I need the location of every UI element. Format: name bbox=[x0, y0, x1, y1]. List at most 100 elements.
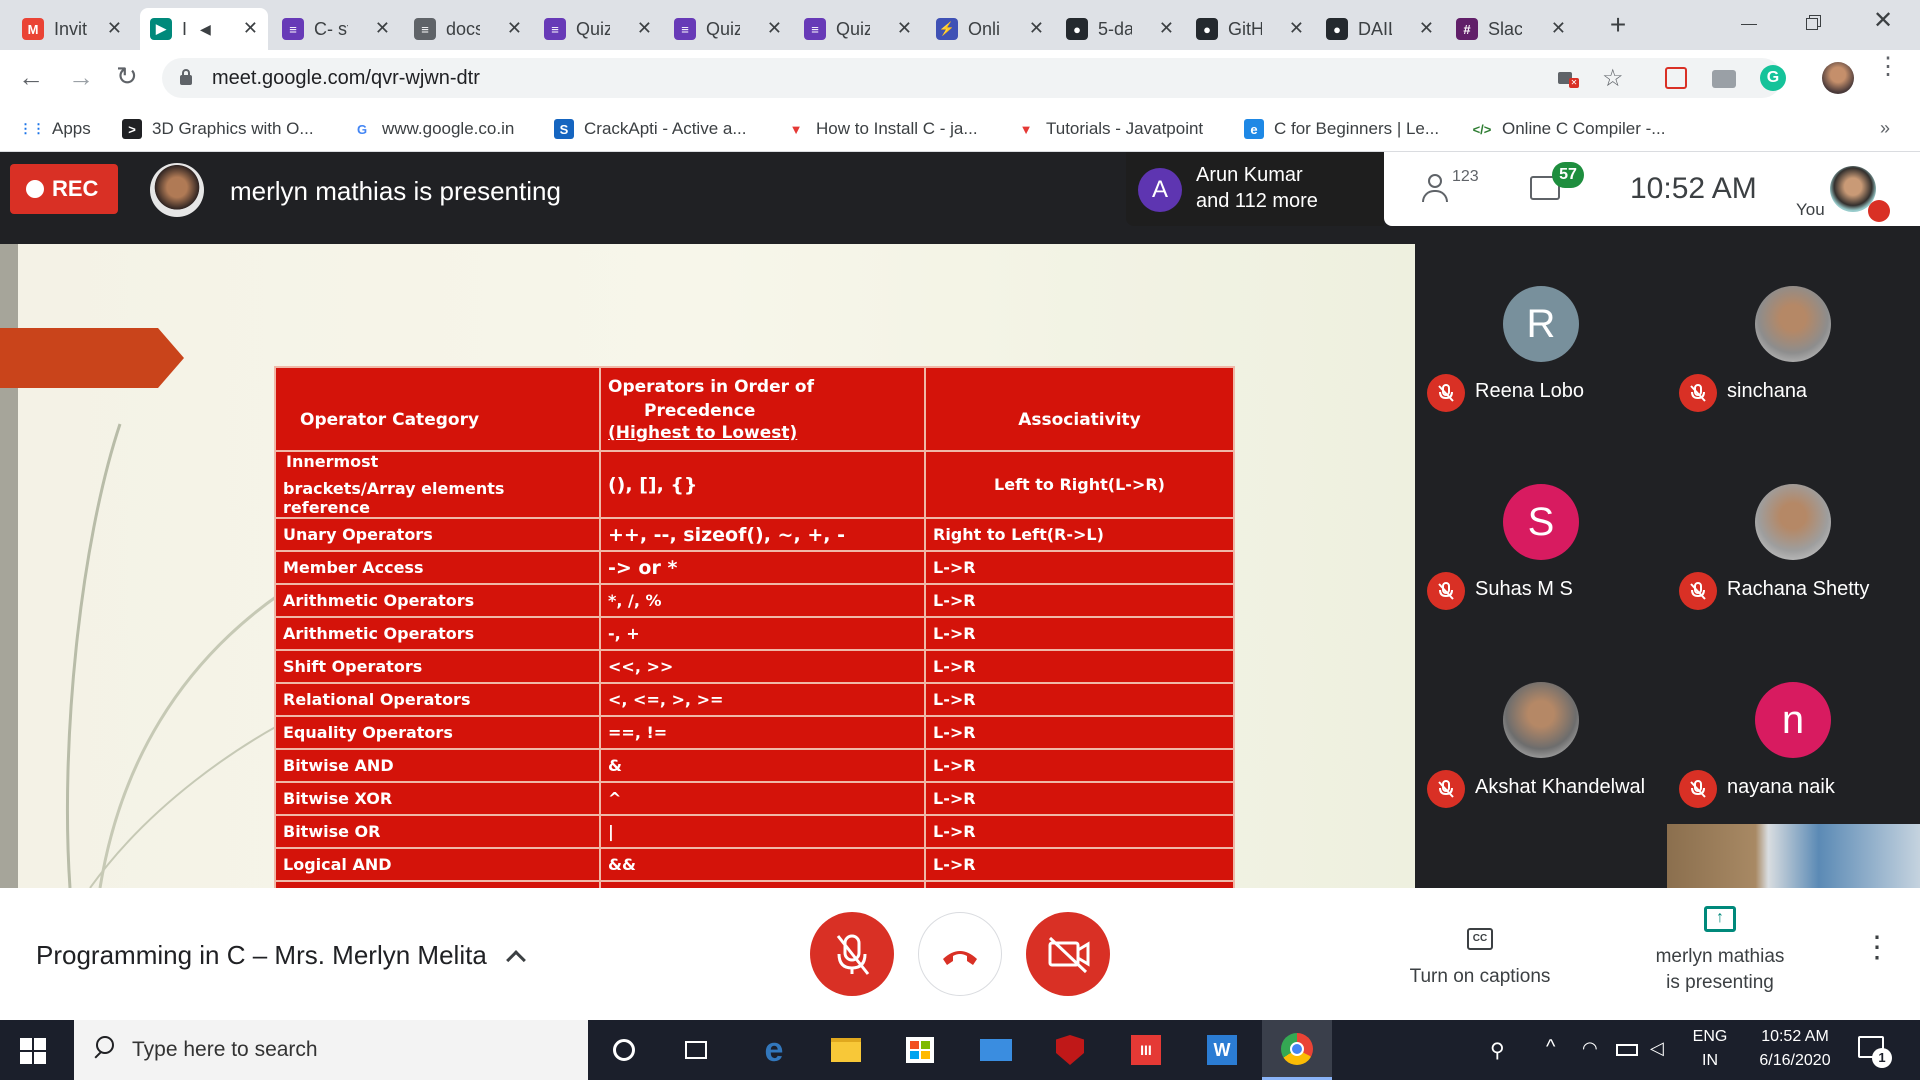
tab-3[interactable]: ≡ docs ✕ bbox=[404, 8, 532, 50]
new-tab-button[interactable]: + bbox=[1602, 10, 1634, 42]
bookmark-5[interactable]: ▼ Tutorials - Javatpoint bbox=[1016, 116, 1203, 142]
taskbar-clock[interactable]: 10:52 AM 6/16/2020 bbox=[1740, 1028, 1850, 1070]
close-tab-icon[interactable]: ✕ bbox=[637, 18, 652, 39]
url-text[interactable]: meet.google.com/qvr-wjwn-dtr bbox=[212, 66, 480, 90]
cell-operators: -> or * bbox=[599, 550, 926, 585]
bookmark-3[interactable]: S CrackApti - Active a... bbox=[554, 116, 747, 142]
tab-6[interactable]: ≡ Quiz ✕ bbox=[794, 8, 922, 50]
close-tab-icon[interactable]: ✕ bbox=[243, 18, 258, 39]
forward-icon[interactable]: → bbox=[68, 64, 94, 90]
mic-toggle-button[interactable] bbox=[810, 912, 894, 996]
close-window-button[interactable]: ✕ bbox=[1868, 6, 1898, 36]
app-red-icon[interactable]: III bbox=[1126, 1030, 1166, 1070]
bookmark-7[interactable]: </> Online C Compiler -... bbox=[1472, 116, 1665, 142]
close-tab-icon[interactable]: ✕ bbox=[1159, 18, 1174, 39]
participant-name: nayana naik bbox=[1727, 776, 1835, 798]
reload-icon[interactable]: ↻ bbox=[116, 63, 138, 89]
action-center-icon[interactable]: 1 bbox=[1858, 1036, 1892, 1068]
wifi-icon[interactable]: ◠ bbox=[1582, 1038, 1598, 1059]
apps-icon: ⋮⋮ bbox=[19, 119, 45, 139]
close-tab-icon[interactable]: ✕ bbox=[897, 18, 912, 39]
lang-line2: IN bbox=[1702, 1052, 1718, 1069]
participant-tile[interactable]: R Reena Lobo bbox=[1415, 244, 1667, 442]
omnibox[interactable]: meet.google.com/qvr-wjwn-dtr ✕ ☆ bbox=[162, 58, 1782, 98]
meeting-title: Programming in C – Mrs. Merlyn Melita bbox=[36, 940, 487, 970]
tab-0[interactable]: M Invit ✕ bbox=[12, 8, 132, 50]
header-operators-line1: Operators in Order of bbox=[608, 377, 814, 397]
meet-header: REC merlyn mathias is presenting A Arun … bbox=[0, 152, 1920, 244]
profile-avatar-icon[interactable] bbox=[1822, 62, 1854, 94]
tab-7[interactable]: ⚡ Onli ✕ bbox=[926, 8, 1054, 50]
mcafee-icon[interactable] bbox=[1050, 1030, 1090, 1070]
participant-tile[interactable]: Rachana Shetty bbox=[1667, 442, 1919, 640]
grammarly-icon[interactable]: G bbox=[1760, 65, 1786, 91]
browser-menu-icon[interactable]: ⋮ bbox=[1876, 55, 1900, 92]
tab-label: Invit bbox=[54, 18, 88, 39]
close-tab-icon[interactable]: ✕ bbox=[1419, 18, 1434, 39]
extension-calendar-icon[interactable] bbox=[1665, 67, 1687, 89]
file-explorer-icon[interactable] bbox=[826, 1030, 866, 1070]
present-now-button[interactable]: ↑ merlyn mathias is presenting bbox=[1620, 906, 1820, 1006]
cell-category: Bitwise AND bbox=[274, 748, 601, 783]
mail-icon[interactable] bbox=[976, 1030, 1016, 1070]
bookmark-6[interactable]: e C for Beginners | Le... bbox=[1244, 116, 1439, 142]
bookmarks-overflow-icon[interactable]: » bbox=[1880, 118, 1890, 139]
captions-button[interactable]: CC Turn on captions bbox=[1380, 928, 1580, 1008]
volume-icon[interactable]: ◁ bbox=[1650, 1038, 1664, 1059]
camera-blocked-icon[interactable]: ✕ bbox=[1558, 68, 1580, 88]
bookmark-0[interactable]: ⋮⋮ Apps bbox=[19, 116, 91, 142]
tab-10[interactable]: ● DAIL ✕ bbox=[1316, 8, 1444, 50]
more-options-icon[interactable]: ⋮ bbox=[1862, 933, 1892, 976]
participant-tile[interactable]: n nayana naik bbox=[1667, 640, 1919, 838]
extension-camera-icon[interactable] bbox=[1712, 70, 1736, 88]
tab-4[interactable]: ≡ Quiz ✕ bbox=[534, 8, 662, 50]
bookmark-1[interactable]: >3D Graphics with O... bbox=[122, 116, 314, 142]
tab-11[interactable]: # Slac ✕ bbox=[1446, 8, 1576, 50]
close-tab-icon[interactable]: ✕ bbox=[767, 18, 782, 39]
tray-overflow-icon[interactable]: ^ bbox=[1546, 1036, 1555, 1059]
tab-2[interactable]: ≡ C- st ✕ bbox=[272, 8, 400, 50]
close-tab-icon[interactable]: ✕ bbox=[107, 18, 122, 39]
bookmark-4[interactable]: ▼ How to Install C - ja... bbox=[786, 116, 978, 142]
forms-icon: ≡ bbox=[544, 18, 566, 40]
cell-associativity: L->R bbox=[924, 847, 1235, 882]
close-tab-icon[interactable]: ✕ bbox=[1029, 18, 1044, 39]
language-indicator[interactable]: ENG IN bbox=[1690, 1028, 1730, 1070]
battery-icon[interactable] bbox=[1616, 1044, 1638, 1056]
store-icon[interactable] bbox=[900, 1030, 940, 1070]
bookmark-star-icon[interactable]: ☆ bbox=[1602, 64, 1624, 93]
meeting-details-button[interactable]: Programming in C – Mrs. Merlyn Melita bbox=[36, 940, 526, 971]
close-tab-icon[interactable]: ✕ bbox=[507, 18, 522, 39]
participant-name: Rachana Shetty bbox=[1727, 578, 1870, 600]
tab-1[interactable]: ▶ I ◀ ✕ bbox=[140, 8, 268, 50]
people-tray-icon[interactable]: ⚲ bbox=[1490, 1038, 1505, 1063]
cell-associativity: L->R bbox=[924, 715, 1235, 750]
captions-label: Turn on captions bbox=[1409, 966, 1551, 987]
restore-button[interactable] bbox=[1800, 10, 1830, 36]
taskbar-search-box[interactable]: Type here to search bbox=[74, 1020, 588, 1080]
people-button[interactable]: 123 bbox=[1420, 168, 1490, 208]
start-button[interactable] bbox=[20, 1038, 46, 1064]
close-tab-icon[interactable]: ✕ bbox=[1289, 18, 1304, 39]
participant-tile[interactable]: S Suhas M S bbox=[1415, 442, 1667, 640]
camera-toggle-button[interactable] bbox=[1026, 912, 1110, 996]
chrome-icon[interactable] bbox=[1262, 1020, 1332, 1080]
tab-5[interactable]: ≡ Quiz ✕ bbox=[664, 8, 792, 50]
cortana-icon[interactable] bbox=[604, 1030, 644, 1070]
tab-9[interactable]: ● GitH ✕ bbox=[1186, 8, 1314, 50]
minimize-button[interactable] bbox=[1735, 12, 1765, 36]
chat-button[interactable]: 57 bbox=[1530, 162, 1600, 212]
edge-icon[interactable]: e bbox=[754, 1030, 794, 1070]
leave-call-button[interactable] bbox=[918, 912, 1002, 996]
participant-avatar bbox=[1755, 286, 1831, 362]
back-icon[interactable]: ← bbox=[18, 64, 44, 90]
tab-8[interactable]: ● 5-da ✕ bbox=[1056, 8, 1184, 50]
bookmark-2[interactable]: Gwww.google.co.in bbox=[352, 116, 514, 142]
close-tab-icon[interactable]: ✕ bbox=[1551, 18, 1566, 39]
word-icon[interactable]: W bbox=[1202, 1030, 1242, 1070]
participant-tile[interactable]: Akshat Khandelwal bbox=[1415, 640, 1667, 838]
table-row: Bitwise AND & L->R bbox=[274, 748, 1235, 783]
participant-tile[interactable]: sinchana bbox=[1667, 244, 1919, 442]
close-tab-icon[interactable]: ✕ bbox=[375, 18, 390, 39]
task-view-icon[interactable] bbox=[676, 1030, 716, 1070]
